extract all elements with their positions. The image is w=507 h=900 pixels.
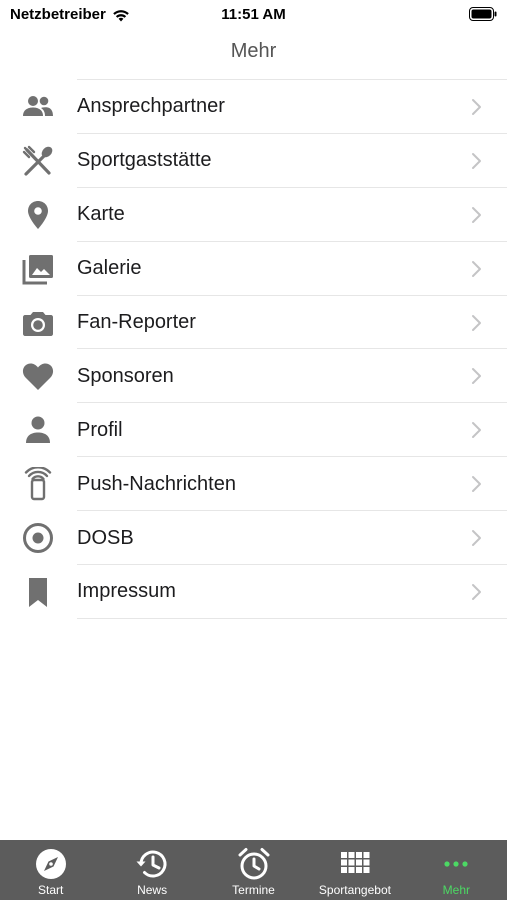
menu-item-fan-reporter[interactable]: Fan-Reporter — [0, 296, 507, 350]
menu-list: Ansprechpartner Sportgaststätte Karte Ga… — [0, 79, 507, 619]
menu-item-label: Profil — [77, 418, 123, 441]
tab-label: Mehr — [442, 883, 470, 897]
chevron-right-icon — [472, 583, 481, 600]
menu-item-sportgaststaette[interactable]: Sportgaststätte — [0, 134, 507, 188]
tab-label: Start — [38, 883, 64, 897]
chevron-right-icon — [472, 422, 481, 439]
chevron-right-icon — [472, 152, 481, 169]
camera-icon — [20, 305, 56, 341]
menu-item-label: Impressum — [77, 580, 176, 603]
chevron-right-icon — [472, 206, 481, 223]
tab-news[interactable]: News — [101, 840, 202, 900]
tab-bar: Start News Termine Sportangebot Mehr — [0, 840, 507, 900]
menu-item-label: Karte — [77, 203, 125, 226]
menu-item-label: Galerie — [77, 257, 142, 280]
target-icon — [20, 520, 56, 556]
tab-start[interactable]: Start — [0, 840, 101, 900]
tab-mehr[interactable]: Mehr — [406, 840, 507, 900]
map-pin-icon — [20, 197, 56, 233]
chevron-right-icon — [472, 530, 481, 547]
menu-item-sponsoren[interactable]: Sponsoren — [0, 349, 507, 404]
tab-label: Termine — [232, 883, 275, 897]
tab-label: Sportangebot — [318, 883, 391, 897]
menu-item-label: Sponsoren — [77, 364, 174, 387]
menu-item-label: Sportgaststätte — [77, 149, 212, 172]
more-icon — [444, 861, 468, 867]
phone-signal-icon — [20, 466, 56, 502]
menu-item-push-nachrichten[interactable]: Push-Nachrichten — [0, 457, 507, 512]
tab-label: News — [137, 883, 168, 897]
status-bar: Netzbetreiber 11:51 AM — [0, 0, 507, 30]
menu-item-karte[interactable]: Karte — [0, 188, 507, 242]
compass-icon — [35, 849, 66, 879]
menu-item-label: DOSB — [77, 526, 134, 549]
history-icon — [136, 850, 167, 878]
menu-item-dosb[interactable]: DOSB — [0, 511, 507, 565]
menu-item-impressum[interactable]: Impressum — [0, 565, 507, 619]
menu-item-label: Ansprechpartner — [77, 95, 225, 118]
chevron-right-icon — [472, 98, 481, 115]
person-icon — [20, 412, 56, 448]
gallery-icon — [20, 251, 56, 287]
bookmark-icon — [20, 574, 56, 610]
battery-icon — [469, 7, 497, 21]
grid-icon — [340, 852, 370, 873]
heart-icon — [20, 358, 56, 394]
chevron-right-icon — [472, 260, 481, 277]
page-title: Mehr — [230, 40, 277, 62]
menu-item-profil[interactable]: Profil — [0, 403, 507, 458]
chevron-right-icon — [472, 368, 481, 385]
people-icon — [20, 89, 56, 125]
menu-item-ansprechpartner[interactable]: Ansprechpartner — [0, 80, 507, 134]
menu-item-galerie[interactable]: Galerie — [0, 242, 507, 296]
status-time: 11:51 AM — [221, 6, 286, 23]
restaurant-icon — [20, 143, 56, 179]
menu-item-label: Push-Nachrichten — [77, 472, 236, 495]
alarm-clock-icon — [238, 848, 270, 880]
menu-item-label: Fan-Reporter — [77, 311, 196, 333]
tab-termine[interactable]: Termine — [203, 840, 304, 900]
chevron-right-icon — [472, 476, 481, 493]
tab-sportangebot[interactable]: Sportangebot — [304, 840, 405, 900]
chevron-right-icon — [472, 314, 481, 331]
